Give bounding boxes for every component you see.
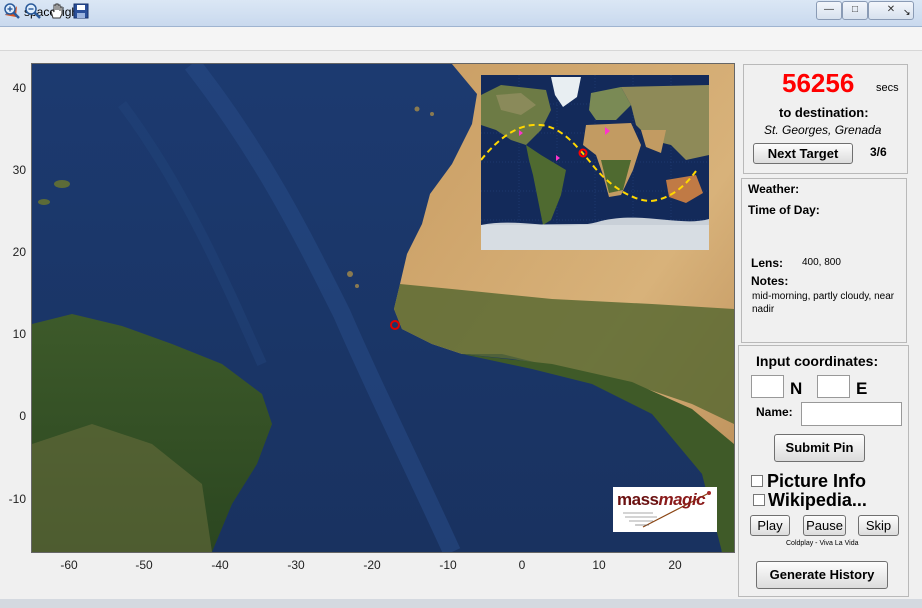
next-target-button[interactable]: Next Target	[753, 143, 853, 164]
y-tick-label: 0	[19, 409, 26, 423]
figure-toolbar	[0, 27, 922, 51]
notes-text: mid-morning, partly cloudy, near nadir	[752, 291, 895, 315]
minimize-button[interactable]: —	[816, 1, 842, 20]
countdown-value: 56256	[782, 68, 855, 98]
generate-history-button[interactable]: Generate History	[756, 561, 888, 589]
pause-button[interactable]: Pause	[803, 515, 846, 536]
massmagic-logo: massmagic	[613, 487, 717, 532]
taskbar-strip	[0, 599, 922, 608]
destination-label: to destination:	[779, 105, 869, 120]
x-tick-label: -10	[439, 558, 457, 572]
picture-info-label[interactable]: Picture Info	[767, 471, 866, 492]
longitude-input[interactable]	[817, 375, 850, 398]
lens-value: 400, 800	[802, 257, 841, 268]
picture-info-checkbox[interactable]	[751, 475, 763, 487]
x-tick-label: -30	[287, 558, 305, 572]
y-tick-label: -10	[8, 492, 26, 506]
wikipedia-label[interactable]: Wikipedia...	[768, 490, 867, 511]
zoom-in-icon[interactable]	[3, 2, 21, 20]
x-tick-label: -60	[60, 558, 78, 572]
maximize-button[interactable]: □	[842, 1, 868, 20]
target-progress: 3/6	[870, 145, 887, 159]
x-tick-label: -40	[211, 558, 229, 572]
skip-button[interactable]: Skip	[858, 515, 899, 536]
title-bar	[0, 0, 922, 27]
zoom-out-icon[interactable]	[24, 2, 42, 20]
map-overlay	[0, 0, 1, 1]
y-tick-label: 10	[12, 327, 26, 341]
x-tick-label: -20	[363, 558, 381, 572]
weather-label: Weather:	[748, 182, 800, 196]
lens-label: Lens:	[751, 256, 784, 270]
world-map-image	[481, 75, 709, 250]
logo-text: massmagic	[617, 490, 706, 509]
current-location-marker	[389, 320, 400, 331]
y-tick-label: 30	[12, 163, 26, 177]
notes-label: Notes:	[751, 274, 789, 288]
submit-pin-button[interactable]: Submit Pin	[774, 434, 865, 462]
east-label: E	[856, 379, 868, 398]
y-tick-label: 40	[12, 81, 26, 95]
name-input[interactable]	[801, 402, 902, 426]
name-label: Name:	[756, 405, 793, 419]
now-playing-song: Coldplay - Viva La Vida	[786, 540, 859, 547]
world-map-inset[interactable]	[481, 75, 709, 250]
time-of-day-label: Time of Day:	[748, 203, 820, 217]
save-icon[interactable]	[72, 2, 90, 20]
x-tick-label: -50	[135, 558, 153, 572]
input-coordinates-title: Input coordinates:	[756, 353, 879, 369]
play-button[interactable]: Play	[750, 515, 790, 536]
y-tick-label: 20	[12, 245, 26, 259]
latitude-input[interactable]	[751, 375, 784, 398]
north-label: N	[790, 379, 803, 398]
pan-hand-icon[interactable]	[48, 2, 66, 20]
x-tick-label: 20	[668, 558, 682, 572]
x-tick-label: 10	[592, 558, 606, 572]
dock-arrow-icon[interactable]: ↘	[903, 7, 911, 18]
destination-name: St. Georges, Grenada	[764, 123, 882, 137]
x-tick-label: 0	[518, 558, 526, 572]
wikipedia-checkbox[interactable]	[753, 494, 765, 506]
countdown-unit: secs	[876, 82, 899, 94]
